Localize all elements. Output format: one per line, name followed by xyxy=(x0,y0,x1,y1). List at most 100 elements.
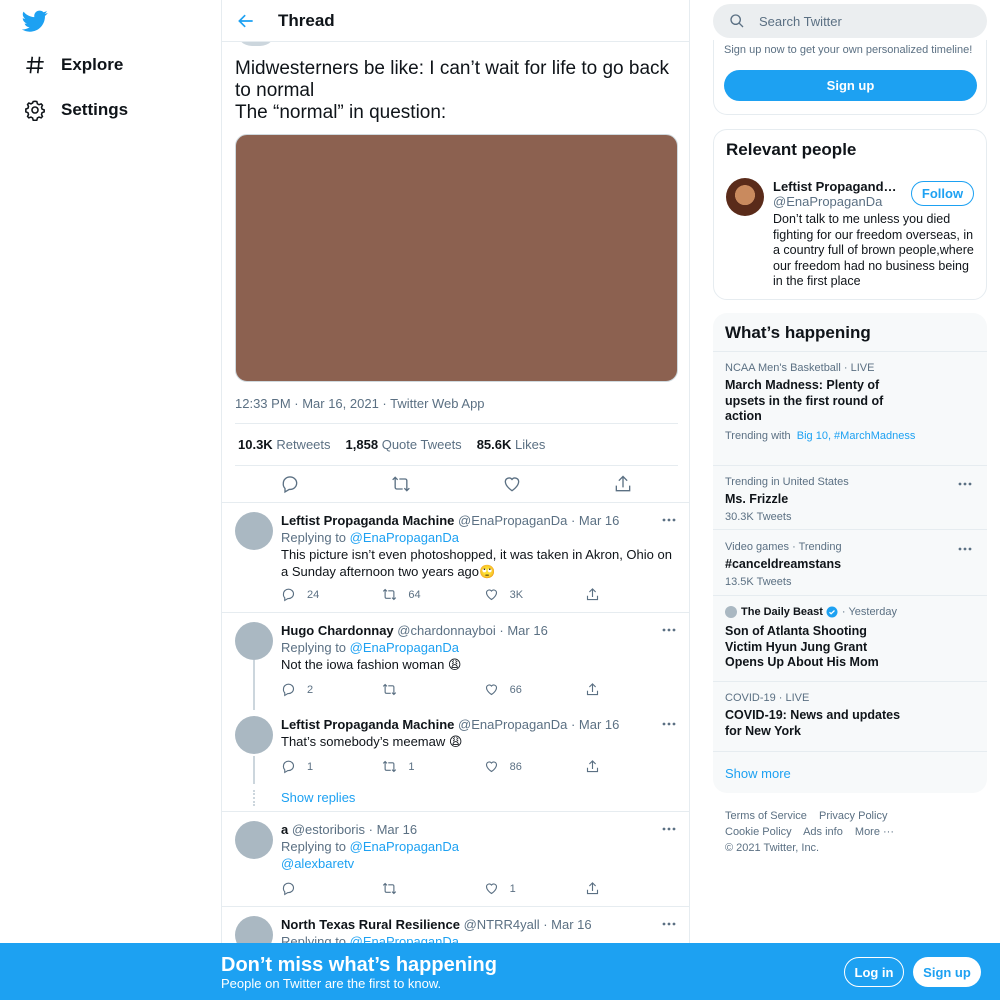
retweet-count: 64 xyxy=(408,588,421,601)
trend-item[interactable]: Video games · Trending #canceldreamstans… xyxy=(713,529,987,595)
news-time: · Yesterday xyxy=(841,606,897,618)
more-options-icon[interactable] xyxy=(957,541,973,557)
reply-header: Leftist Propaganda Machine @EnaPropaganD… xyxy=(281,716,676,733)
tweet-image[interactable] xyxy=(235,134,678,382)
avatar[interactable] xyxy=(235,821,273,859)
more-options-icon[interactable] xyxy=(661,512,677,528)
quote-tweets-stat[interactable]: 1,858 Quote Tweets xyxy=(346,437,462,452)
author-handle[interactable]: @NTRR4yall xyxy=(464,917,540,932)
reply-date[interactable]: · Mar 16 xyxy=(543,917,591,932)
banner-subtitle: People on Twitter are the first to know. xyxy=(221,976,442,991)
author-name[interactable]: Hugo Chardonnay xyxy=(281,623,394,638)
reply-body: North Texas Rural Resilience @NTRR4yall … xyxy=(281,916,676,946)
cookie-link[interactable]: Cookie Policy xyxy=(725,826,792,838)
reply-icon xyxy=(282,588,295,602)
retweet-icon[interactable] xyxy=(391,474,411,494)
more-link[interactable]: More ··· xyxy=(855,826,894,838)
share-action[interactable] xyxy=(585,759,611,774)
author-name[interactable]: Leftist Propaganda Machine xyxy=(281,513,454,528)
like-action[interactable]: 3K xyxy=(484,587,585,602)
author-handle[interactable]: @EnaPropaganDa xyxy=(458,717,567,732)
like-action[interactable]: 86 xyxy=(484,759,585,774)
more-options-icon[interactable] xyxy=(661,716,677,732)
mention-link[interactable]: @EnaPropaganDa xyxy=(350,530,459,545)
avatar[interactable] xyxy=(235,512,273,550)
author-handle[interactable]: @EnaPropaganDa xyxy=(458,513,567,528)
retweet-action[interactable] xyxy=(382,881,483,896)
terms-link[interactable]: Terms of Service xyxy=(725,810,807,822)
likes-stat[interactable]: 85.6K Likes xyxy=(477,437,546,452)
reply-tweet[interactable]: Hugo Chardonnay @chardonnayboi · Mar 16 … xyxy=(222,612,689,707)
hashtag-icon xyxy=(22,52,48,78)
reply-icon[interactable] xyxy=(280,474,300,494)
reply-text: That’s somebody’s meemaw 😩 xyxy=(281,734,463,749)
reply-tweet[interactable]: North Texas Rural Resilience @NTRR4yall … xyxy=(222,906,689,946)
like-action[interactable]: 1 xyxy=(484,881,585,896)
more-options-icon[interactable] xyxy=(661,622,677,638)
show-more-link[interactable]: Show more xyxy=(725,766,791,781)
author-name[interactable]: Leftist Propaganda Machine xyxy=(281,717,454,732)
tweet-timestamp[interactable]: 12:33 PM · Mar 16, 2021 · Twitter Web Ap… xyxy=(235,396,485,411)
reply-date[interactable]: · Mar 16 xyxy=(571,717,619,732)
avatar[interactable] xyxy=(235,716,273,754)
reply-date[interactable]: · Mar 16 xyxy=(499,623,547,638)
follow-button[interactable]: Follow xyxy=(911,181,974,206)
banner-signup-button[interactable]: Sign up xyxy=(913,957,981,987)
trending-with-links[interactable]: Big 10, #MarchMadness xyxy=(797,430,916,442)
reply-actions: 1 xyxy=(281,881,611,896)
trend-item[interactable]: The Daily Beast · Yesterday Son of Atlan… xyxy=(713,595,987,681)
search-input[interactable]: Search Twitter xyxy=(713,4,987,38)
author-handle[interactable]: @chardonnayboi xyxy=(397,623,495,638)
share-action[interactable] xyxy=(585,881,611,896)
like-icon xyxy=(485,684,497,696)
like-icon[interactable] xyxy=(502,474,522,494)
reply-date[interactable]: · Mar 16 xyxy=(369,822,417,837)
avatar[interactable] xyxy=(235,916,273,946)
mention-link[interactable]: @EnaPropaganDa xyxy=(350,839,459,854)
nav-settings[interactable]: Settings xyxy=(22,97,128,123)
trend-item[interactable]: Trending in United States Ms. Frizzle 30… xyxy=(713,465,987,529)
twitter-logo-icon[interactable] xyxy=(22,8,48,34)
author-name[interactable]: a xyxy=(281,822,288,837)
reply-text[interactable]: @alexbaretv xyxy=(281,855,676,872)
person-handle[interactable]: @EnaPropaganDa xyxy=(773,194,882,209)
reply-text: This picture isn’t even photoshopped, it… xyxy=(281,547,672,579)
author-name[interactable]: North Texas Rural Resilience xyxy=(281,917,460,932)
more-options-icon[interactable] xyxy=(661,821,677,837)
reply-date[interactable]: · Mar 16 xyxy=(571,513,619,528)
share-action[interactable] xyxy=(585,682,611,697)
ads-info-link[interactable]: Ads info xyxy=(803,826,843,838)
back-arrow-icon[interactable] xyxy=(236,11,256,31)
reply-action[interactable]: 1 xyxy=(281,759,382,774)
more-options-icon[interactable] xyxy=(957,476,973,492)
retweet-action[interactable]: 64 xyxy=(382,587,483,602)
trend-item[interactable]: NCAA Men's Basketball · LIVE March Madne… xyxy=(713,351,987,465)
retweets-stat[interactable]: 10.3K Retweets xyxy=(238,437,331,452)
more-options-icon[interactable] xyxy=(661,916,677,932)
trend-item[interactable]: COVID-19 · LIVE COVID-19: News and updat… xyxy=(713,681,987,751)
share-action[interactable] xyxy=(585,587,611,602)
login-button[interactable]: Log in xyxy=(844,957,904,987)
reply-tweet[interactable]: a @estoriboris · Mar 16 Replying to @Ena… xyxy=(222,811,689,906)
reply-action[interactable]: 24 xyxy=(281,587,382,602)
retweet-action[interactable] xyxy=(382,682,483,697)
reply-tweet[interactable]: Leftist Propaganda Machine @EnaPropaganD… xyxy=(222,502,689,612)
person-name[interactable]: Leftist Propaganda Machine xyxy=(773,179,898,194)
mention-link[interactable]: @EnaPropaganDa xyxy=(350,640,459,655)
signup-button[interactable]: Sign up xyxy=(724,70,977,101)
privacy-link[interactable]: Privacy Policy xyxy=(819,810,887,822)
reply-tweet[interactable]: Leftist Propaganda Machine @EnaPropaganD… xyxy=(222,706,689,811)
author-handle[interactable]: @estoriboris xyxy=(292,822,365,837)
quote-tweets-count: 1,858 xyxy=(345,437,379,452)
reply-action[interactable] xyxy=(281,881,382,896)
nav-explore[interactable]: Explore xyxy=(22,52,123,78)
retweet-action[interactable]: 1 xyxy=(382,759,483,774)
like-count: 86 xyxy=(509,760,522,773)
like-action[interactable]: 66 xyxy=(484,682,585,697)
share-icon[interactable] xyxy=(613,474,633,494)
reply-action[interactable]: 2 xyxy=(281,682,382,697)
show-replies-link[interactable]: Show replies xyxy=(281,790,355,805)
avatar[interactable] xyxy=(235,622,273,660)
search-icon xyxy=(730,14,744,28)
avatar[interactable] xyxy=(726,178,764,216)
